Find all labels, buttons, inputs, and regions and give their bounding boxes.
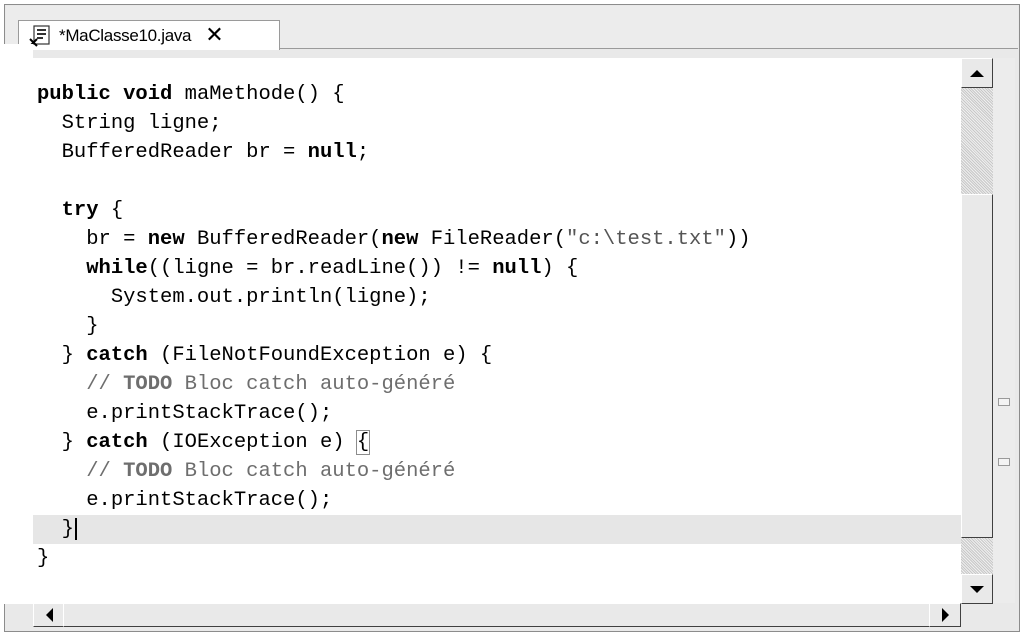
hscroll-thumb[interactable] bbox=[63, 603, 931, 627]
code-token: ; bbox=[356, 141, 370, 164]
code-line[interactable]: // TODO Bloc catch auto-généré bbox=[33, 370, 961, 399]
keyword-token: catch bbox=[86, 344, 148, 367]
scroll-up-button[interactable] bbox=[961, 58, 993, 88]
keyword-token: void bbox=[123, 83, 173, 106]
code-line[interactable] bbox=[33, 167, 961, 196]
tab-title: *MaClasse10.java bbox=[59, 25, 192, 45]
scroll-left-button[interactable] bbox=[33, 603, 65, 627]
keyword-token: new bbox=[147, 228, 185, 251]
arrow-up-icon bbox=[970, 69, 984, 77]
arrow-right-icon bbox=[941, 608, 949, 622]
keyword-token: catch bbox=[86, 431, 148, 454]
keyword-token: null bbox=[307, 141, 357, 164]
code-token: BufferedReader( bbox=[184, 228, 382, 251]
code-token: maMethode() { bbox=[172, 83, 345, 106]
code-token: } bbox=[37, 547, 50, 570]
code-line[interactable]: e.printStackTrace(); bbox=[33, 399, 961, 428]
todo-token: TODO bbox=[123, 460, 173, 483]
overview-ruler bbox=[993, 58, 1015, 603]
code-token: { bbox=[98, 199, 124, 222]
keyword-token: null bbox=[492, 257, 542, 280]
code-token: (IOException e) bbox=[147, 431, 357, 454]
overview-marker[interactable] bbox=[998, 458, 1010, 466]
code-token: ) { bbox=[541, 257, 579, 280]
code-token: System.out.println(ligne); bbox=[110, 286, 431, 309]
code-line[interactable]: } bbox=[33, 312, 961, 341]
scroll-right-button[interactable] bbox=[929, 603, 961, 627]
code-line[interactable]: BufferedReader br = null; bbox=[33, 138, 961, 167]
string-token: "c:\test.txt" bbox=[566, 228, 726, 251]
comment-token: // bbox=[86, 373, 124, 396]
code-line[interactable]: String ligne; bbox=[33, 109, 961, 138]
code-token: br = bbox=[86, 228, 148, 251]
code-token: } bbox=[61, 518, 74, 541]
comment-token: Bloc catch auto-généré bbox=[172, 460, 456, 483]
code-token: FileReader( bbox=[418, 228, 567, 251]
keyword-token: while bbox=[86, 257, 148, 280]
close-icon[interactable]: ✕ bbox=[205, 24, 223, 47]
code-token: } bbox=[61, 431, 87, 454]
code-editor[interactable]: public void maMethode() { String ligne; … bbox=[33, 58, 961, 603]
comment-token: // bbox=[86, 460, 124, 483]
code-line[interactable]: System.out.println(ligne); bbox=[33, 283, 961, 312]
matching-bracket: { bbox=[355, 430, 371, 455]
code-line[interactable]: while((ligne = br.readLine()) != null) { bbox=[33, 254, 961, 283]
code-line[interactable]: } bbox=[33, 544, 961, 573]
code-token: BufferedReader br = bbox=[61, 141, 308, 164]
code-line[interactable]: } catch (FileNotFoundException e) { bbox=[33, 341, 961, 370]
horizontal-scrollbar[interactable] bbox=[33, 603, 961, 627]
code-line[interactable]: } bbox=[33, 515, 961, 544]
keyword-token: new bbox=[381, 228, 419, 251]
code-token: } bbox=[86, 315, 99, 338]
left-ruler bbox=[1, 44, 33, 604]
text-caret bbox=[74, 517, 77, 540]
tab-maclasse10[interactable]: *MaClasse10.java ✕ bbox=[18, 20, 280, 50]
code-token: } bbox=[61, 344, 87, 367]
tab-bar: *MaClasse10.java ✕ bbox=[6, 6, 1018, 50]
code-token: e.printStackTrace(); bbox=[86, 402, 333, 425]
code-token: (FileNotFoundException e) { bbox=[147, 344, 493, 367]
keyword-token: public bbox=[37, 83, 111, 106]
code-token: ((ligne = br.readLine()) != bbox=[147, 257, 493, 280]
code-token: )) bbox=[725, 228, 751, 251]
code-token: e.printStackTrace(); bbox=[86, 489, 333, 512]
scroll-down-button[interactable] bbox=[961, 574, 993, 604]
todo-token: TODO bbox=[123, 373, 173, 396]
code-line[interactable]: e.printStackTrace(); bbox=[33, 486, 961, 515]
code-line[interactable]: } catch (IOException e) { bbox=[33, 428, 961, 457]
vertical-scrollbar[interactable] bbox=[961, 58, 993, 604]
code-line[interactable]: public void maMethode() { bbox=[33, 80, 961, 109]
overview-marker[interactable] bbox=[998, 398, 1010, 406]
keyword-token: try bbox=[61, 199, 99, 222]
scroll-thumb[interactable] bbox=[961, 194, 993, 538]
code-line[interactable]: // TODO Bloc catch auto-généré bbox=[33, 457, 961, 486]
code-line[interactable]: try { bbox=[33, 196, 961, 225]
arrow-left-icon bbox=[45, 608, 53, 622]
code-token: String ligne; bbox=[61, 112, 222, 135]
comment-token: Bloc catch auto-généré bbox=[172, 373, 456, 396]
code-line[interactable]: br = new BufferedReader(new FileReader("… bbox=[33, 225, 961, 254]
arrow-down-icon bbox=[970, 585, 984, 593]
